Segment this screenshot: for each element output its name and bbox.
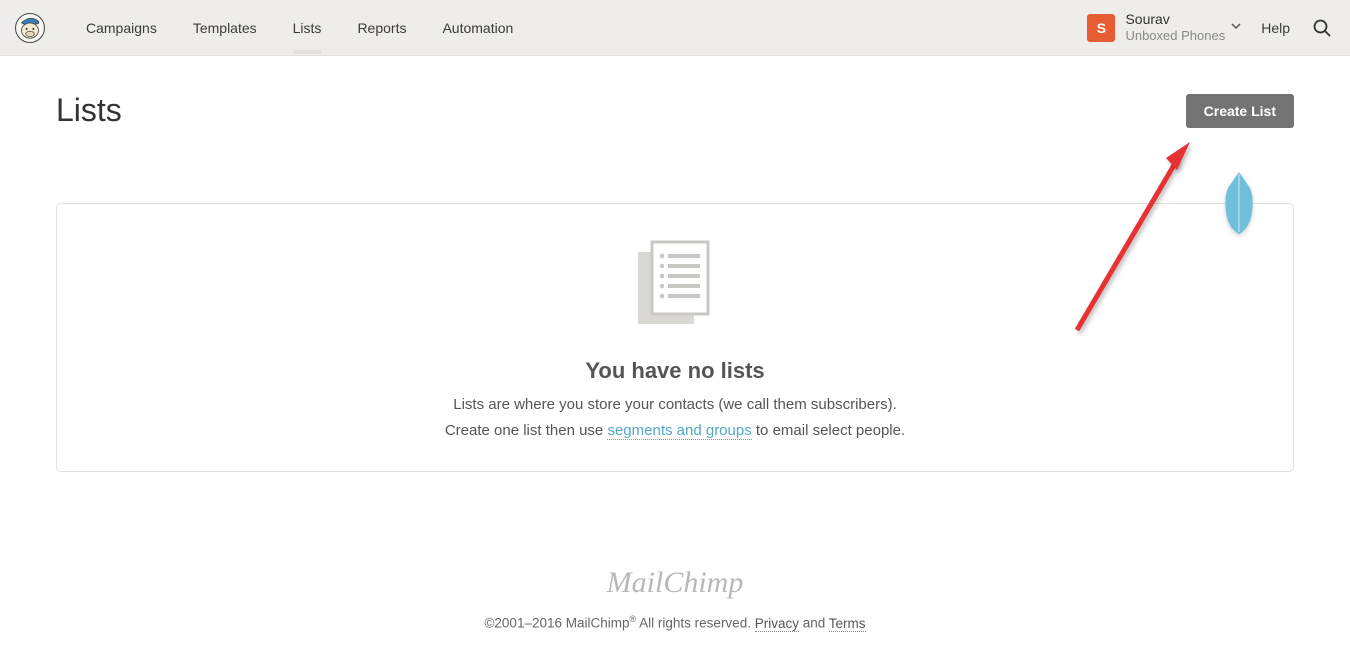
main-nav: Campaigns Templates Lists Reports Automa… [68,1,531,54]
empty-line-2a: Create one list then use [445,422,608,439]
empty-line-2: Create one list then use segments and gr… [77,418,1273,444]
nav-reports[interactable]: Reports [339,1,424,54]
nav-lists[interactable]: Lists [275,1,340,54]
help-link[interactable]: Help [1261,20,1290,36]
page-header: Lists Create List [56,56,1294,149]
empty-state-card: You have no lists Lists are where you st… [56,203,1294,472]
user-menu[interactable]: Sourav Unboxed Phones [1125,11,1225,43]
page-content: Lists Create List You have no lists List… [0,56,1350,661]
terms-link[interactable]: Terms [829,616,866,632]
create-list-button[interactable]: Create List [1186,94,1294,128]
search-icon[interactable] [1312,18,1332,38]
privacy-link[interactable]: Privacy [755,616,799,632]
mailchimp-logo[interactable] [10,8,50,48]
footer-copyright: ©2001–2016 MailChimp® All rights reserve… [56,614,1294,631]
user-name: Sourav [1125,11,1225,28]
footer-copy-a: ©2001–2016 MailChimp [484,616,629,631]
nav-templates[interactable]: Templates [175,1,275,54]
nav-campaigns[interactable]: Campaigns [68,1,175,54]
page-title: Lists [56,92,122,129]
footer: MailChimp ©2001–2016 MailChimp® All righ… [56,566,1294,661]
empty-line-1: Lists are where you store your contacts … [77,392,1273,418]
nav-automation[interactable]: Automation [424,1,531,54]
empty-title: You have no lists [77,358,1273,384]
empty-line-2b: to email select people. [752,422,905,439]
footer-logo: MailChimp [56,566,1294,600]
segments-groups-link[interactable]: segments and groups [607,422,751,440]
footer-copy-b: All rights reserved. [636,616,755,631]
top-bar: Campaigns Templates Lists Reports Automa… [0,0,1350,56]
user-avatar[interactable]: S [1087,14,1115,42]
lists-empty-icon [632,238,718,332]
chevron-down-icon[interactable] [1231,21,1241,34]
user-org: Unboxed Phones [1125,28,1225,44]
footer-and: and [799,616,829,631]
